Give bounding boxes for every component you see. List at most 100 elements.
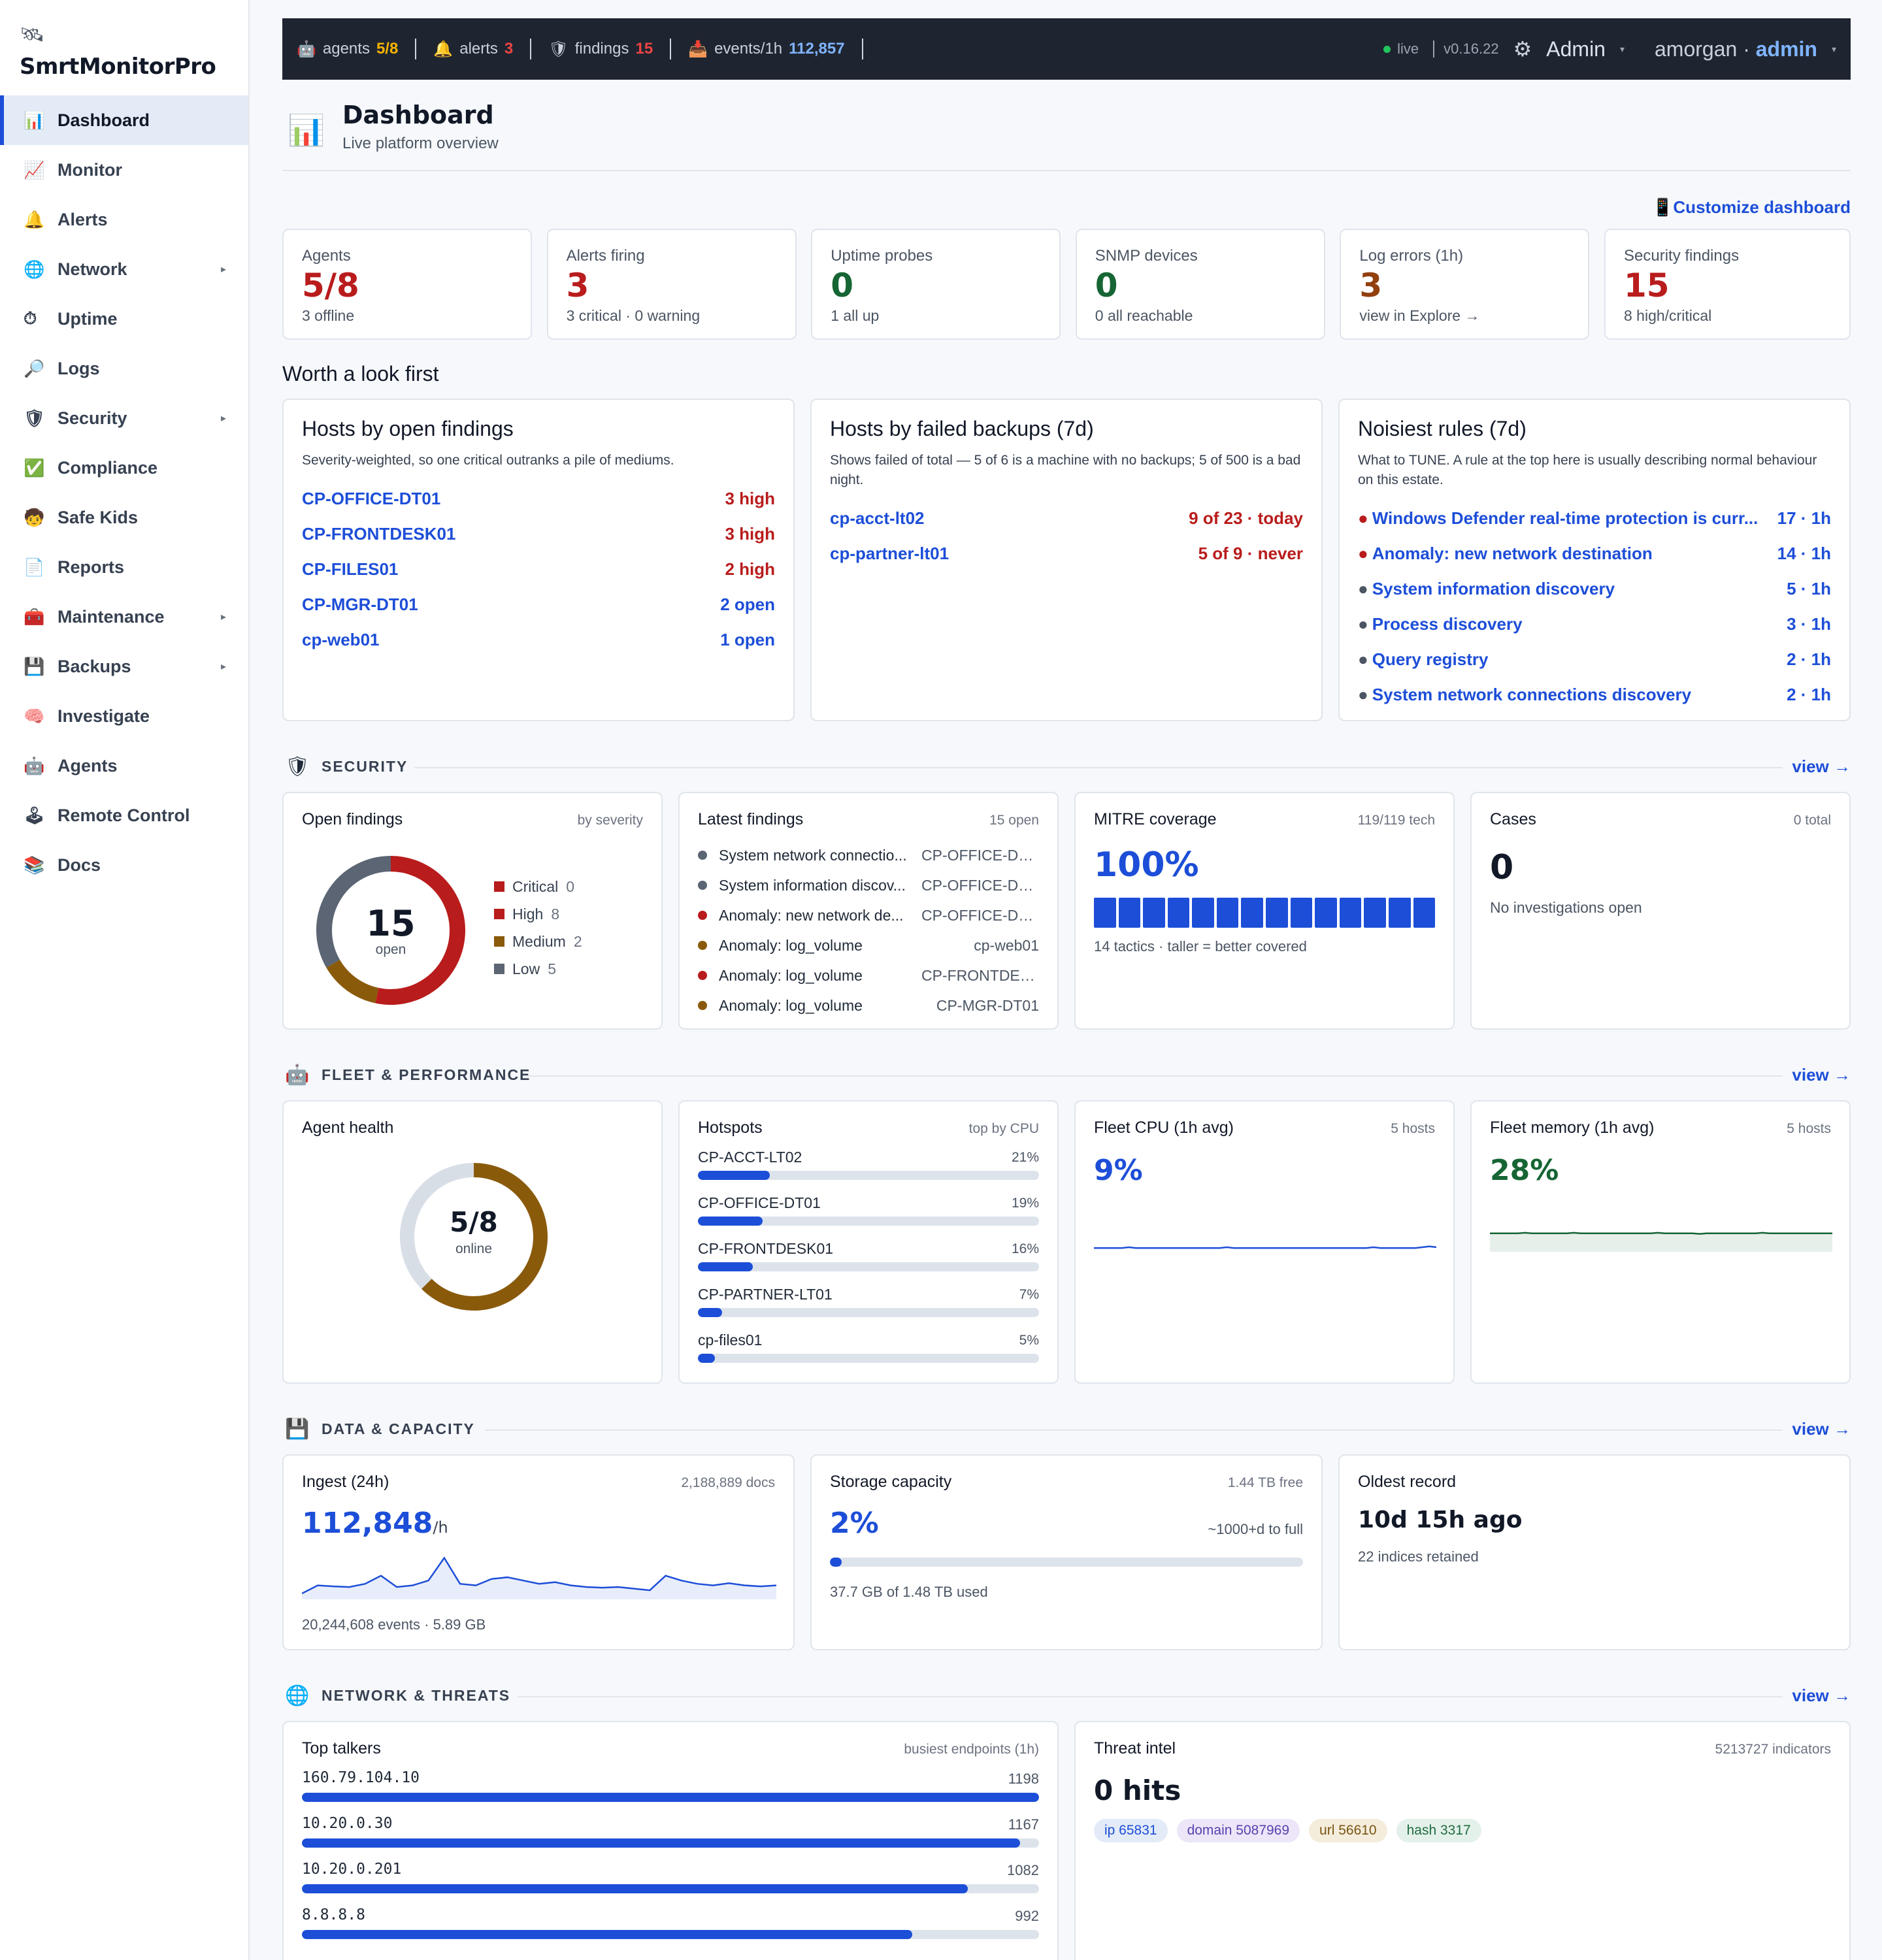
indicator-chip[interactable]: domain 5087969 [1176, 1819, 1300, 1842]
noisy-rule-row[interactable]: ● Windows Defender real-time protection i… [1358, 500, 1831, 536]
topbar-alerts[interactable]: 🔔 alerts 3 [416, 39, 532, 59]
rule-link[interactable]: ● System network connections discovery [1358, 685, 1691, 705]
sidebar-item-alerts[interactable]: 🔔 Alerts [0, 195, 248, 244]
topbar-events[interactable]: 📥 events/1h 112,857 [671, 39, 863, 59]
legend-item-critical: Critical 0 [494, 873, 582, 900]
talker-row[interactable]: 160.79.104.10 1198 [302, 1769, 1039, 1815]
hotspot-row[interactable]: CP-PARTNER-LT01 7% [698, 1286, 1039, 1331]
noisy-rule-row[interactable]: ● Anomaly: new network destination 14 · 1h [1358, 536, 1831, 571]
findings-count: 1 open [720, 629, 775, 649]
host-findings-row[interactable]: CP-OFFICE-DT01 3 high [302, 481, 775, 516]
noisy-rule-row[interactable]: ● System network connections discovery 2 ·… [1358, 677, 1831, 712]
sidebar-item-agents[interactable]: 🤖 Agents [0, 741, 248, 791]
failed-backup-row[interactable]: cp-partner-lt01 5 of 9 · never [830, 536, 1303, 571]
sidebar-item-dashboard[interactable]: 📊 Dashboard [0, 95, 248, 145]
host-findings-row[interactable]: CP-MGR-DT01 2 open [302, 587, 775, 622]
kpi-card-uptime-probes[interactable]: Uptime probes 0 1 all up [811, 229, 1061, 340]
card-subtitle: 15 open [989, 813, 1039, 828]
safe-kids-icon: 🧒 [24, 507, 45, 527]
mitre-tactic-bar [1167, 898, 1190, 928]
rule-link[interactable]: ● Windows Defender real-time protection i… [1358, 508, 1758, 529]
host-link[interactable]: cp-acct-lt02 [830, 508, 925, 529]
kpi-card-snmp-devices[interactable]: SNMP devices 0 0 all reachable [1075, 229, 1325, 340]
page-header: 📊 Dashboard Live platform overview [282, 98, 1851, 171]
rule-link[interactable]: ● Anomaly: new network destination [1358, 544, 1653, 564]
host-link[interactable]: cp-web01 [302, 630, 380, 650]
data-view-link[interactable]: view → [1792, 1419, 1851, 1439]
finding-row[interactable]: Anomaly: log_volume cp-web01 [698, 930, 1039, 960]
user-menu[interactable]: amorgan · admin [1655, 37, 1817, 61]
indicator-chip[interactable]: ip 65831 [1094, 1819, 1168, 1842]
bullet-icon: ● [1358, 613, 1368, 634]
divider [523, 1075, 1783, 1077]
admin-menu[interactable]: Admin [1546, 37, 1606, 61]
network-view-link[interactable]: view → [1792, 1686, 1851, 1706]
sidebar-item-investigate[interactable]: 🧠 Investigate [0, 691, 248, 741]
hotspot-row[interactable]: CP-OFFICE-DT01 19% [698, 1194, 1039, 1240]
finding-row[interactable]: System information discov... CP-OFFICE-DT… [698, 870, 1039, 900]
security-view-link[interactable]: view → [1792, 757, 1851, 777]
rule-name: System network connections discovery [1372, 684, 1692, 704]
topbar-findings[interactable]: 🛡 findings 15 [531, 39, 672, 59]
sidebar-item-maintenance[interactable]: 🧰 Maintenance ▸ [0, 592, 248, 642]
host-link[interactable]: CP-OFFICE-DT01 [302, 489, 440, 509]
topbar-agents[interactable]: 🤖 agents 5/8 [297, 39, 417, 59]
kpi-card-log-errors-1h[interactable]: Log errors (1h) 3 view in Explore → [1340, 229, 1590, 340]
talker-row[interactable]: 10.20.0.30 1167 [302, 1815, 1039, 1861]
fleet-view-link[interactable]: view → [1792, 1065, 1851, 1085]
brand[interactable]: 🛰 SmrtMonitorPro [20, 24, 216, 80]
hotspot-row[interactable]: CP-FRONTDESK01 16% [698, 1240, 1039, 1286]
talker-row[interactable]: 10.20.0.201 1082 [302, 1861, 1039, 1906]
noisy-rule-row[interactable]: ● Process discovery 3 · 1h [1358, 606, 1831, 642]
sidebar-item-reports[interactable]: 📄 Reports [0, 542, 248, 592]
rule-link[interactable]: ● System information discovery [1358, 579, 1615, 599]
sidebar-item-monitor[interactable]: 📈 Monitor [0, 145, 248, 195]
kpi-card-agents[interactable]: Agents 5/8 3 offline [282, 229, 532, 340]
sidebar-item-logs[interactable]: 🔎 Logs [0, 344, 248, 393]
sidebar-item-network[interactable]: 🌐 Network ▸ [0, 244, 248, 294]
talker-row[interactable]: 8.8.8.8 992 [302, 1906, 1039, 1952]
finding-title: System information discov... [719, 876, 906, 894]
hotspot-bar-fill [698, 1354, 716, 1363]
sidebar-item-backups[interactable]: 💾 Backups ▸ [0, 642, 248, 691]
kpi-card-security-findings[interactable]: Security findings 15 8 high/critical [1604, 229, 1851, 340]
topbar-agents-value: 5/8 [376, 40, 399, 57]
rule-link[interactable]: ● Process discovery [1358, 614, 1523, 634]
host-findings-row[interactable]: cp-web01 1 open [302, 622, 775, 657]
divider [485, 1429, 1783, 1431]
mitre-tactic-bar [1216, 898, 1239, 928]
host-link[interactable]: CP-FRONTDESK01 [302, 524, 455, 544]
sidebar-item-remote-control[interactable]: 🕹 Remote Control [0, 791, 248, 840]
sidebar-item-safe-kids[interactable]: 🧒 Safe Kids [0, 493, 248, 542]
indicator-chip[interactable]: url 56610 [1309, 1819, 1387, 1842]
caret-down-icon[interactable]: ▾ [1620, 44, 1625, 55]
finding-row[interactable]: Anomaly: log_volume CP-MGR-DT01 [698, 990, 1039, 1021]
rule-link[interactable]: ● Query registry [1358, 649, 1488, 670]
caret-right-icon: ▸ [220, 612, 226, 623]
host-link[interactable]: CP-MGR-DT01 [302, 595, 418, 615]
mitre-tactic-bar [1241, 898, 1264, 928]
hotspot-row[interactable]: cp-files01 5% [698, 1331, 1039, 1377]
finding-row[interactable]: Anomaly: log_volume CP-FRONTDES... [698, 960, 1039, 990]
indicator-chip[interactable]: hash 3317 [1396, 1819, 1481, 1842]
sidebar-item-compliance[interactable]: ✅ Compliance [0, 443, 248, 493]
gear-icon[interactable]: ⚙ [1513, 37, 1532, 61]
host-link[interactable]: cp-partner-lt01 [830, 544, 949, 564]
host-link[interactable]: CP-FILES01 [302, 559, 398, 580]
rule-name: Anomaly: new network destination [1372, 543, 1653, 563]
host-findings-row[interactable]: CP-FRONTDESK01 3 high [302, 516, 775, 551]
kpi-card-alerts-firing[interactable]: Alerts firing 3 3 critical · 0 warning [546, 229, 797, 340]
host-findings-row[interactable]: CP-FILES01 2 high [302, 551, 775, 587]
noisy-rule-row[interactable]: ● Query registry 2 · 1h [1358, 642, 1831, 677]
talker-bar [302, 1884, 1039, 1893]
sidebar-item-uptime[interactable]: ⏱ Uptime [0, 294, 248, 344]
sidebar-item-security[interactable]: 🛡 Security ▸ [0, 393, 248, 443]
sidebar-item-docs[interactable]: 📚 Docs [0, 840, 248, 890]
finding-row[interactable]: Anomaly: new network de... CP-OFFICE-DT01 [698, 900, 1039, 930]
failed-backup-row[interactable]: cp-acct-lt02 9 of 23 · today [830, 500, 1303, 536]
customize-dashboard-link[interactable]: 📱Customize dashboard [1652, 197, 1851, 218]
finding-row[interactable]: System network connectio... CP-OFFICE-DT0… [698, 840, 1039, 870]
noisy-rule-row[interactable]: ● System information discovery 5 · 1h [1358, 571, 1831, 606]
hotspot-row[interactable]: CP-ACCT-LT02 21% [698, 1149, 1039, 1194]
caret-down-icon[interactable]: ▾ [1832, 44, 1836, 55]
